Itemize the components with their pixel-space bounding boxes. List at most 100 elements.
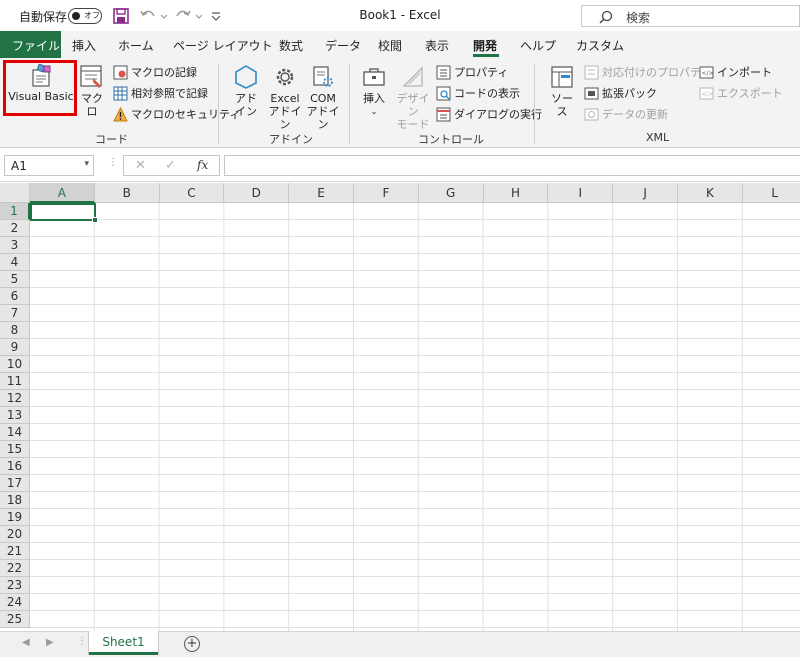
- select-all-corner[interactable]: [0, 183, 30, 203]
- run-dialog-button[interactable]: ダイアログの実行: [436, 105, 542, 123]
- row-header[interactable]: 7: [0, 305, 30, 322]
- relative-reference-button[interactable]: 相対参照で記録: [113, 84, 208, 102]
- expansion-packs-button[interactable]: 拡張パック: [584, 84, 657, 102]
- addins-button[interactable]: アド イン: [231, 64, 261, 118]
- row-header[interactable]: 2: [0, 220, 30, 237]
- tab-page-layout[interactable]: ページ レイアウト: [173, 37, 273, 54]
- column-header[interactable]: C: [159, 183, 225, 203]
- group-label-xml: XML: [646, 131, 670, 144]
- row-header[interactable]: 16: [0, 458, 30, 475]
- row-header[interactable]: 17: [0, 475, 30, 492]
- run-dialog-icon: [436, 107, 451, 121]
- com-addins-button[interactable]: COM アドイン: [304, 64, 342, 131]
- formula-bar-resize-handle[interactable]: ⋮: [108, 157, 118, 168]
- tab-insert[interactable]: 挿入: [72, 37, 96, 54]
- row-header[interactable]: 15: [0, 441, 30, 458]
- row-header[interactable]: 6: [0, 288, 30, 305]
- row-header[interactable]: 5: [0, 271, 30, 288]
- enter-icon[interactable]: ✓: [165, 158, 176, 173]
- column-header[interactable]: F: [354, 183, 419, 203]
- row-header[interactable]: 25: [0, 611, 30, 628]
- tab-file[interactable]: ファイル: [0, 31, 61, 58]
- name-box-value: A1: [11, 159, 27, 173]
- design-mode-label-1: デザイン: [396, 92, 430, 118]
- row-header[interactable]: 18: [0, 492, 30, 509]
- row-header[interactable]: 4: [0, 254, 30, 271]
- sheet-tab-sheet1[interactable]: Sheet1: [89, 631, 158, 655]
- tab-help[interactable]: ヘルプ: [520, 37, 556, 54]
- row-header[interactable]: 14: [0, 424, 30, 441]
- column-header[interactable]: B: [94, 183, 160, 203]
- row-header[interactable]: 22: [0, 560, 30, 577]
- refresh-data-button[interactable]: データの更新: [584, 105, 668, 123]
- import-button[interactable]: </> インポート: [699, 63, 772, 81]
- formula-input[interactable]: [224, 155, 800, 176]
- row-header[interactable]: 12: [0, 390, 30, 407]
- column-header[interactable]: G: [418, 183, 484, 203]
- active-cell[interactable]: [30, 203, 96, 221]
- excel-window: 自動保存 オフ Book1 - Excel 検索 ファイル 挿入 ホーム ページ…: [0, 0, 800, 657]
- design-mode-button[interactable]: デザイン モード: [393, 64, 433, 131]
- macro-security-button[interactable]: マクロのセキュリティ: [113, 105, 240, 123]
- insert-function-icon[interactable]: fx: [197, 158, 208, 172]
- map-properties-label: 対応付けのプロパティ: [602, 66, 712, 79]
- xml-source-button[interactable]: ソース: [546, 64, 578, 118]
- column-header[interactable]: H: [483, 183, 549, 203]
- sheet-options-dots[interactable]: ⋮: [77, 636, 87, 647]
- column-header[interactable]: J: [613, 183, 678, 203]
- view-code-button[interactable]: コードの表示: [436, 84, 520, 102]
- row-header[interactable]: 24: [0, 594, 30, 611]
- column-header[interactable]: L: [742, 183, 800, 203]
- run-dialog-label: ダイアログの実行: [454, 108, 542, 121]
- export-button[interactable]: </> エクスポート: [699, 84, 783, 102]
- row-header[interactable]: 13: [0, 407, 30, 424]
- macros-button[interactable]: マクロ: [78, 64, 106, 118]
- active-tab-indicator: [473, 54, 499, 57]
- search-box[interactable]: 検索: [581, 5, 800, 27]
- column-header[interactable]: I: [548, 183, 614, 203]
- map-properties-button[interactable]: 対応付けのプロパティ: [584, 63, 711, 81]
- tab-home[interactable]: ホーム: [118, 37, 154, 54]
- column-header[interactable]: K: [678, 183, 743, 203]
- fill-handle[interactable]: [92, 217, 98, 223]
- xml-source-icon: [551, 66, 573, 88]
- excel-addins-button[interactable]: Excel アドイン: [266, 64, 304, 131]
- properties-button[interactable]: プロパティ: [436, 63, 508, 81]
- view-code-icon: [436, 86, 451, 100]
- cell-area[interactable]: [30, 203, 800, 631]
- row-header[interactable]: 11: [0, 373, 30, 390]
- group-separator: [534, 64, 535, 144]
- row-header[interactable]: 21: [0, 543, 30, 560]
- row-header[interactable]: 9: [0, 339, 30, 356]
- add-sheet-button[interactable]: +: [184, 636, 200, 652]
- record-macro-button[interactable]: マクロの記録: [113, 63, 197, 81]
- column-header[interactable]: A: [30, 183, 95, 203]
- row-header[interactable]: 19: [0, 509, 30, 526]
- tab-developer[interactable]: 開発: [473, 37, 497, 54]
- tab-custom[interactable]: カスタム: [576, 37, 624, 54]
- worksheet-grid: ABCDEFGHIJKL 1 2 3 4 5 6 7 8 9 10 11 12 13 14 15 16 17 18…: [0, 183, 800, 631]
- tab-data[interactable]: データ: [325, 37, 361, 54]
- view-code-label: コードの表示: [454, 87, 520, 100]
- row-header[interactable]: 23: [0, 577, 30, 594]
- prev-sheet-icon[interactable]: ◀: [22, 637, 30, 648]
- insert-control-button[interactable]: 挿入 ⌄: [358, 64, 390, 118]
- row-header[interactable]: 20: [0, 526, 30, 543]
- tab-review[interactable]: 校閲: [378, 37, 402, 54]
- tab-formulas[interactable]: 数式: [279, 37, 303, 54]
- insert-control-label: 挿入: [363, 92, 385, 105]
- name-box[interactable]: A1 ▾: [4, 155, 94, 176]
- cancel-icon[interactable]: ✕: [135, 158, 146, 173]
- row-header[interactable]: 1: [0, 203, 30, 220]
- row-header[interactable]: 10: [0, 356, 30, 373]
- tab-view[interactable]: 表示: [425, 37, 449, 54]
- row-header[interactable]: 8: [0, 322, 30, 339]
- excel-addins-label-2: アドイン: [268, 105, 302, 131]
- column-header[interactable]: E: [289, 183, 354, 203]
- next-sheet-icon[interactable]: ▶: [46, 637, 54, 648]
- row-header[interactable]: 3: [0, 237, 30, 254]
- warning-icon: [113, 106, 128, 121]
- group-label-code: コード: [95, 133, 128, 146]
- com-addins-label-1: COM: [310, 92, 336, 105]
- column-header[interactable]: D: [224, 183, 290, 203]
